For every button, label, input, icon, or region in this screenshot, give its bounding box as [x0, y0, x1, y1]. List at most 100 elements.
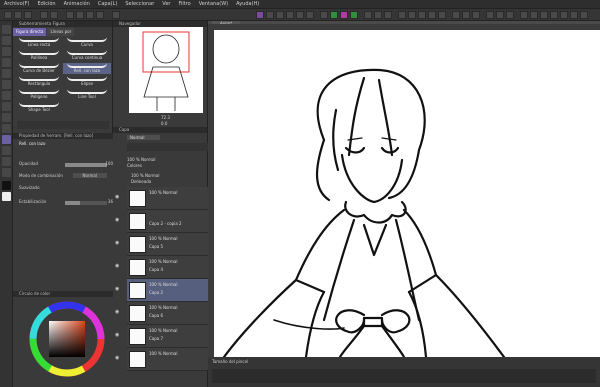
toolbar-icon[interactable] — [452, 11, 460, 19]
ruler-tool-icon[interactable] — [2, 168, 11, 177]
open-file-icon[interactable] — [14, 11, 22, 19]
eye-icon[interactable]: ◉ — [115, 217, 123, 223]
menu-filtro[interactable]: Filtro — [174, 1, 194, 7]
toolbar-icon[interactable] — [540, 11, 548, 19]
sub-color-swatch[interactable] — [2, 192, 11, 201]
prop-blend-mode[interactable]: Modo de combinación Normal — [19, 173, 111, 181]
selection-tool-icon[interactable] — [2, 47, 11, 56]
color-swatch-icon[interactable] — [330, 11, 338, 19]
eyedropper-tool-icon[interactable] — [2, 58, 11, 67]
toolbar-icon[interactable] — [506, 11, 514, 19]
brush-shape-tool[interactable]: Shape Tool — [15, 102, 63, 113]
text-tool-icon[interactable] — [2, 146, 11, 155]
brush-curva-continua[interactable]: Curva continua — [63, 50, 111, 61]
airbrush-tool-icon[interactable] — [2, 102, 11, 111]
fill-tool-icon[interactable] — [2, 124, 11, 133]
save-icon[interactable] — [24, 11, 32, 19]
menu-animacion[interactable]: Animación — [60, 1, 94, 7]
menu-seleccionar[interactable]: Seleccionar — [121, 1, 158, 7]
eye-icon[interactable]: ◉ — [115, 240, 123, 246]
toolbar-icon[interactable] — [374, 11, 382, 19]
layer-blend-select[interactable]: Normal — [127, 135, 161, 140]
brush-tool-icon[interactable] — [2, 91, 11, 100]
color-swatch-icon[interactable] — [256, 11, 264, 19]
redo-icon[interactable] — [50, 11, 58, 19]
eye-icon[interactable]: ◉ — [115, 309, 123, 315]
brush-poligono[interactable]: Polígono — [15, 89, 63, 100]
toolbar-icon[interactable] — [570, 11, 578, 19]
menu-archivo[interactable]: Archivo(F) — [0, 1, 33, 7]
toolbar-icon[interactable] — [486, 11, 494, 19]
brush-curva-bezier[interactable]: Curva de Bézier — [15, 63, 63, 74]
layer-row[interactable]: ◉ 100 % Normal Capa 6 — [115, 302, 208, 325]
toolbar-icon[interactable] — [320, 11, 328, 19]
toolbar-icon[interactable] — [306, 11, 314, 19]
layer-folder-delineado[interactable]: 100 % Normal Delineado — [127, 171, 207, 187]
drawing-canvas[interactable] — [214, 30, 600, 359]
toolbar-icon[interactable] — [408, 11, 416, 19]
layer-row[interactable]: ◉ Capa 2 - copia 2 — [115, 210, 208, 233]
move-tool-icon[interactable] — [2, 36, 11, 45]
menu-capa[interactable]: Capa(L) — [94, 1, 121, 7]
tab-lineas[interactable]: Líneas por — [47, 28, 75, 36]
toolbar-icon[interactable] — [560, 11, 568, 19]
color-swatch-icon[interactable] — [340, 11, 348, 19]
copy-icon[interactable] — [86, 11, 94, 19]
eye-icon[interactable]: ◉ — [115, 263, 123, 269]
brush-polilinea[interactable]: Polilínea — [15, 50, 63, 61]
toolbar-icon[interactable] — [580, 11, 588, 19]
menu-ventana[interactable]: Ventana(W) — [195, 1, 232, 7]
toolbar-icon[interactable] — [550, 11, 558, 19]
eye-icon[interactable]: ◉ — [115, 355, 123, 361]
brush-curva[interactable]: Curva — [63, 37, 111, 48]
zoom-tool-icon[interactable] — [2, 25, 11, 34]
toolbar-icon[interactable] — [364, 11, 372, 19]
toolbar-icon[interactable] — [496, 11, 504, 19]
brush-line-tool[interactable]: Line Tool — [63, 89, 111, 100]
opacity-slider[interactable] — [65, 163, 107, 167]
toolbar-icon[interactable] — [418, 11, 426, 19]
pen-tool-icon[interactable] — [2, 69, 11, 78]
layer-folder-colores[interactable]: 100 % Normal Colores — [123, 155, 207, 171]
toolbar-icon[interactable] — [462, 11, 470, 19]
undo-icon[interactable] — [40, 11, 48, 19]
frame-tool-icon[interactable] — [2, 157, 11, 166]
brush-elipse[interactable]: Elipse — [63, 76, 111, 87]
toolbar-icon[interactable] — [530, 11, 538, 19]
transform-icon[interactable] — [112, 11, 120, 19]
blend-mode-select[interactable]: Normal — [72, 173, 107, 178]
clear-icon[interactable] — [66, 11, 74, 19]
menu-ver[interactable]: Ver — [158, 1, 174, 7]
toolbar-icon[interactable] — [520, 11, 528, 19]
figure-tool-icon[interactable] — [2, 135, 11, 144]
toolbar-icon[interactable] — [472, 11, 480, 19]
toolbar-icon[interactable] — [428, 11, 436, 19]
brush-size-presets[interactable] — [212, 369, 596, 383]
toolbar-icon[interactable] — [286, 11, 294, 19]
menu-edicion[interactable]: Edición — [33, 1, 59, 7]
layer-row[interactable]: ◉ 100 % Normal Capa 7 — [115, 325, 208, 348]
brush-linea-recta[interactable]: Línea recta — [15, 37, 63, 48]
toolbar-icon[interactable] — [276, 11, 284, 19]
eye-icon[interactable]: ◉ — [115, 332, 123, 338]
prop-stabilization[interactable]: Estabilización 36 — [19, 199, 113, 207]
prop-antialias[interactable]: Suavizado — [19, 185, 111, 193]
brush-rectangulo[interactable]: Rectángulo — [15, 76, 63, 87]
color-swatch-icon[interactable] — [350, 11, 358, 19]
layer-row[interactable]: ◉ 100 % Normal — [115, 187, 208, 210]
toolbar-icon[interactable] — [266, 11, 274, 19]
tab-figura-directa[interactable]: Figura directa — [13, 28, 47, 36]
color-wheel[interactable] — [29, 301, 105, 377]
menu-ayuda[interactable]: Ayuda(H) — [232, 1, 263, 7]
main-color-swatch[interactable] — [2, 181, 11, 190]
layer-row[interactable]: ◉ 100 % Normal Capa 4 — [115, 256, 208, 279]
toolbar-icon[interactable] — [438, 11, 446, 19]
pencil-tool-icon[interactable] — [2, 80, 11, 89]
stabilization-slider[interactable] — [65, 201, 107, 205]
layer-row[interactable]: ◉ 100 % Normal — [115, 348, 208, 371]
paste-icon[interactable] — [96, 11, 104, 19]
eye-icon[interactable]: ◉ — [115, 194, 123, 200]
toolbar-icon[interactable] — [398, 11, 406, 19]
cut-icon[interactable] — [76, 11, 84, 19]
new-file-icon[interactable] — [4, 11, 12, 19]
